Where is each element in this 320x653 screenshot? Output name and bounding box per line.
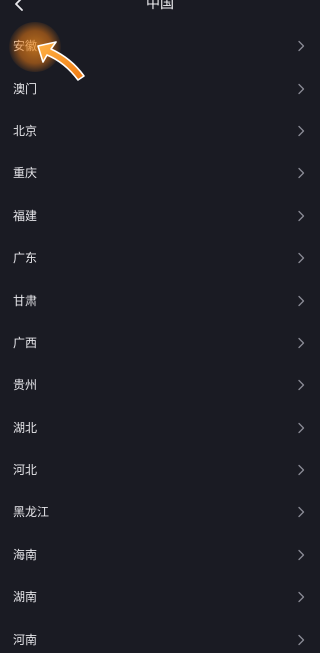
region-label: 贵州 (13, 378, 38, 393)
chevron-right-icon (298, 337, 305, 349)
chevron-right-icon (298, 507, 305, 518)
chevron-right-icon (298, 252, 305, 264)
list-item[interactable]: 广东 (0, 237, 320, 279)
region-label: 北京 (13, 123, 38, 138)
list-item[interactable]: 河北 (0, 449, 320, 491)
chevron-right-icon (298, 634, 305, 645)
region-label: 河北 (13, 463, 38, 478)
chevron-right-icon (298, 592, 305, 603)
list-item[interactable]: 福建 (0, 195, 320, 237)
list-item[interactable]: 湖南 (0, 576, 320, 618)
list-item[interactable]: 广西 (0, 322, 320, 364)
list-item[interactable]: 黑龙江 (0, 491, 320, 533)
chevron-right-icon (298, 549, 305, 561)
header-bar: 中国 (0, 0, 320, 14)
region-label: 湖南 (13, 590, 38, 605)
chevron-right-icon (298, 464, 305, 476)
region-label: 广西 (13, 335, 38, 350)
list-item[interactable]: 海南 (0, 534, 320, 576)
region-label: 黑龙江 (13, 505, 50, 520)
list-item[interactable]: 安徽 (0, 25, 320, 67)
region-label: 澳门 (13, 81, 38, 96)
region-label: 河南 (13, 632, 38, 647)
list-item[interactable]: 湖北 (0, 407, 320, 449)
page-title: 中国 (146, 0, 174, 12)
list-item[interactable]: 重庆 (0, 152, 320, 194)
chevron-right-icon (298, 380, 305, 391)
list-item[interactable]: 河南 (0, 618, 320, 653)
chevron-right-icon (298, 210, 305, 221)
list-item[interactable]: 贵州 (0, 364, 320, 406)
region-label: 重庆 (13, 166, 38, 181)
list-item[interactable]: 澳门 (0, 67, 320, 109)
chevron-right-icon (298, 125, 305, 137)
region-label: 海南 (13, 547, 38, 562)
chevron-right-icon (298, 168, 305, 179)
region-list: 安徽澳门北京重庆福建广东甘肃广西贵州湖北河北黑龙江海南湖南河南 (0, 25, 320, 653)
region-label: 湖北 (13, 420, 38, 435)
chevron-right-icon (298, 295, 305, 306)
chevron-right-icon (298, 41, 305, 52)
region-picker-screen: 中国 安徽澳门北京重庆福建广东甘肃广西贵州湖北河北黑龙江海南湖南河南 (0, 0, 320, 653)
region-label: 甘肃 (13, 293, 38, 308)
chevron-right-icon (298, 422, 305, 433)
region-label: 广东 (13, 251, 38, 266)
list-item[interactable]: 甘肃 (0, 279, 320, 321)
chevron-right-icon (298, 83, 305, 94)
region-label: 福建 (13, 208, 38, 223)
list-item[interactable]: 北京 (0, 110, 320, 152)
region-label: 安徽 (13, 39, 38, 54)
